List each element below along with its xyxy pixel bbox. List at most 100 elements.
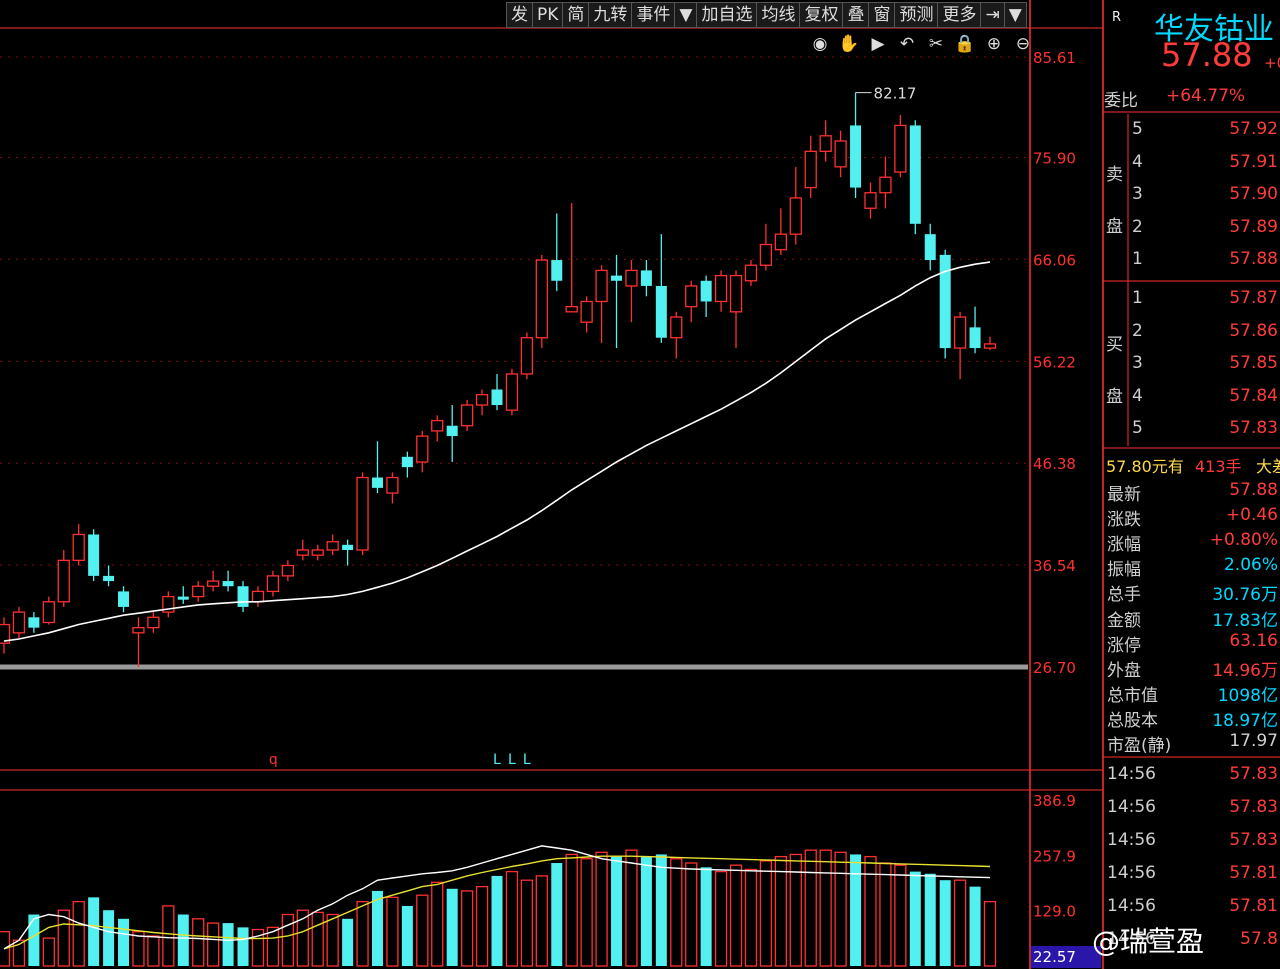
stat-1-label: 涨跌 (1107, 510, 1141, 531)
volume-bar (475, 885, 489, 967)
candle (356, 472, 369, 556)
volume-bar (714, 870, 728, 967)
stat-7-label: 外盘 (1107, 660, 1141, 681)
candle-body (879, 176, 892, 194)
volume-axis-label: 386.9 (1033, 792, 1076, 810)
kline-chart[interactable]: 82.17q L L L 85.6175.9066.0656.2246.3836.54… (0, 0, 1280, 969)
volume-bar (103, 910, 115, 966)
candle-body (42, 601, 55, 624)
toolbar-button-8[interactable]: 复权 (799, 2, 843, 28)
candle (939, 249, 951, 359)
candle-body (551, 260, 563, 281)
stat-10-value: 17.97 (1229, 731, 1278, 751)
candle-body (850, 125, 862, 188)
price-axis-label: 75.90 (1033, 150, 1076, 168)
volume-bar (311, 911, 324, 967)
r-badge: R (1112, 10, 1122, 25)
tick-1-value: 57.83 (1229, 797, 1278, 817)
stat-6-value: 63.16 (1229, 630, 1278, 651)
candle-body (475, 394, 489, 406)
toolbar-button-13[interactable]: ⇥ (980, 2, 1004, 28)
chart-tool-icons: ◉ ✋ ▶ ↶ ✂ 🔒 ⊕ ⊖ (808, 32, 1035, 56)
volume-axis-label: 129.0 (1033, 903, 1076, 921)
volume-bar (879, 862, 892, 967)
candle-body (834, 140, 847, 168)
volume-bar (207, 922, 220, 967)
volume-bar (625, 849, 638, 967)
price-axis-label: 85.61 (1033, 49, 1076, 67)
buy-level-5-value: 57.83 (1229, 418, 1278, 439)
toolbar-button-1[interactable]: PK (532, 2, 563, 28)
candle-body (714, 274, 728, 303)
stat-6-label: 涨停 (1107, 635, 1141, 656)
play-icon[interactable]: ▶ (866, 32, 890, 56)
scissors-icon[interactable]: ✂ (924, 32, 948, 56)
sell-level-4-value: 57.91 (1229, 151, 1278, 172)
volume-bar (789, 853, 802, 967)
volume-bar (834, 851, 847, 967)
volume-bar (28, 914, 40, 966)
buy-level-2-label: 2 (1132, 320, 1143, 341)
candle-body (177, 596, 189, 600)
sell-level-3-label: 3 (1132, 184, 1143, 205)
buy-level-5-label: 5 (1132, 418, 1143, 439)
toolbar-button-3[interactable]: 九转 (588, 2, 632, 28)
volume-bar (118, 918, 130, 966)
toolbar-button-12[interactable]: 更多 (937, 2, 981, 28)
candle (12, 606, 26, 639)
zoom-out-icon[interactable]: ⊖ (1011, 32, 1035, 56)
lock-icon[interactable]: 🔒 (953, 32, 977, 56)
tick-3-label: 14:56 (1107, 863, 1156, 883)
toolbar-button-6[interactable]: 加自选 (696, 2, 757, 28)
toolbar-button-5[interactable]: ▼ (674, 2, 697, 28)
sell-level-5-label: 5 (1132, 119, 1143, 139)
sell-level-2-label: 2 (1132, 216, 1143, 237)
candle-body (237, 586, 249, 607)
toolbar-button-10[interactable]: 窗 (868, 2, 895, 28)
volume-axis-label: 22.57 (1033, 948, 1076, 966)
volume-bar (491, 875, 503, 966)
volume-bar (804, 849, 817, 967)
volume-axis-label: 257.9 (1033, 847, 1076, 865)
tick-3-value: 57.81 (1229, 863, 1278, 883)
candle (909, 120, 921, 235)
sell-label-top: 卖 (1106, 165, 1123, 185)
candle-body (132, 627, 145, 634)
volume-bar (551, 863, 563, 966)
volume-bar (744, 868, 758, 967)
price-axis-label: 56.22 (1033, 353, 1076, 371)
candle-body (12, 611, 26, 634)
candle-body (670, 316, 683, 339)
stat-10-label: 市盈(静) (1107, 736, 1172, 756)
eye-icon[interactable]: ◉ (808, 32, 832, 56)
volume-bar (894, 864, 907, 967)
candle (460, 399, 474, 431)
toolbar-button-9[interactable]: 叠 (842, 2, 869, 28)
toolbar-button-4[interactable]: 事件 (631, 2, 675, 28)
undo-icon[interactable]: ↶ (895, 32, 919, 56)
tick-2-value: 57.83 (1229, 830, 1278, 850)
tick-2-label: 14:56 (1107, 830, 1156, 850)
chart-toolbar: 发 PK 简九转 事件 ▼ 加自选 均线 复权叠窗预测 更多 ⇥ ▼ (506, 2, 1027, 28)
candle-body (744, 264, 758, 282)
volume-bar (431, 881, 444, 967)
toolbar-button-14[interactable]: ▼ (1003, 2, 1027, 28)
buy-level-1-value: 57.87 (1229, 288, 1278, 308)
candle (535, 254, 548, 349)
volume-bar (356, 900, 369, 967)
tick-1-label: 14:56 (1107, 797, 1156, 817)
sell-level-1-label: 1 (1132, 249, 1143, 270)
event-marker: L (493, 752, 501, 768)
volume-bar (416, 894, 429, 967)
toolbar-button-7[interactable]: 均线 (756, 2, 800, 28)
toolbar-button-0[interactable]: 发 (506, 2, 532, 28)
toolbar-button-11[interactable]: 预测 (894, 2, 938, 28)
toolbar-button-2[interactable]: 简 (562, 2, 589, 28)
volume-bar (864, 855, 877, 967)
candle-body (774, 233, 787, 251)
volume-bar (520, 879, 534, 967)
stat-4-label: 总手 (1107, 585, 1141, 606)
candle-body (565, 306, 578, 313)
hand-icon[interactable]: ✋ (837, 32, 861, 56)
zoom-in-icon[interactable]: ⊕ (982, 32, 1006, 56)
